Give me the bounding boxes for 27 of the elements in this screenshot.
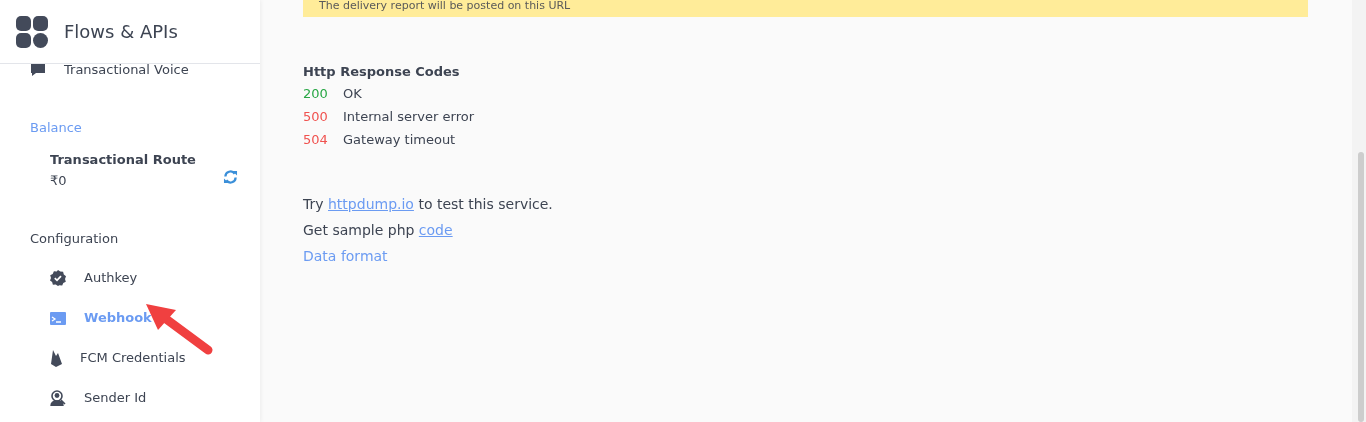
status-description: OK [343,84,362,103]
section-heading: Http Response Codes [303,63,461,81]
check-badge-icon [50,270,66,286]
help-text: Try httpdump.io to test this service. [303,194,554,214]
scrollbar[interactable] [1352,0,1366,422]
status-code: 504 [303,130,329,149]
status-description: Gateway timeout [343,130,456,149]
sidebar-item[interactable]: Sender Id [0,378,260,418]
balance-amount: ₹0 [50,172,68,190]
section-heading: Balance [29,119,83,137]
sidebar-item[interactable]: Authkey [0,258,260,298]
section-heading: Configuration [29,229,120,248]
flame-icon [50,349,62,367]
app-logo-icon [16,15,48,48]
sidebar-item[interactable]: FCM Credentials [0,338,260,378]
user-search-icon [50,390,66,406]
help-text: Get sample php code [303,220,454,240]
notice-text: The delivery report will be posted on this URL [303,0,1308,17]
status-description: Internal server error [343,107,474,126]
terminal-icon [50,311,66,325]
refresh-icon[interactable] [223,170,238,184]
app-title: Flows & APIs [64,20,178,44]
route-name: Transactional Route [50,150,197,169]
sidebar-item[interactable]: Transactional Voice [0,60,260,80]
status-code: 200 [303,84,329,103]
chat-icon [30,63,46,77]
status-code: 500 [303,107,329,126]
